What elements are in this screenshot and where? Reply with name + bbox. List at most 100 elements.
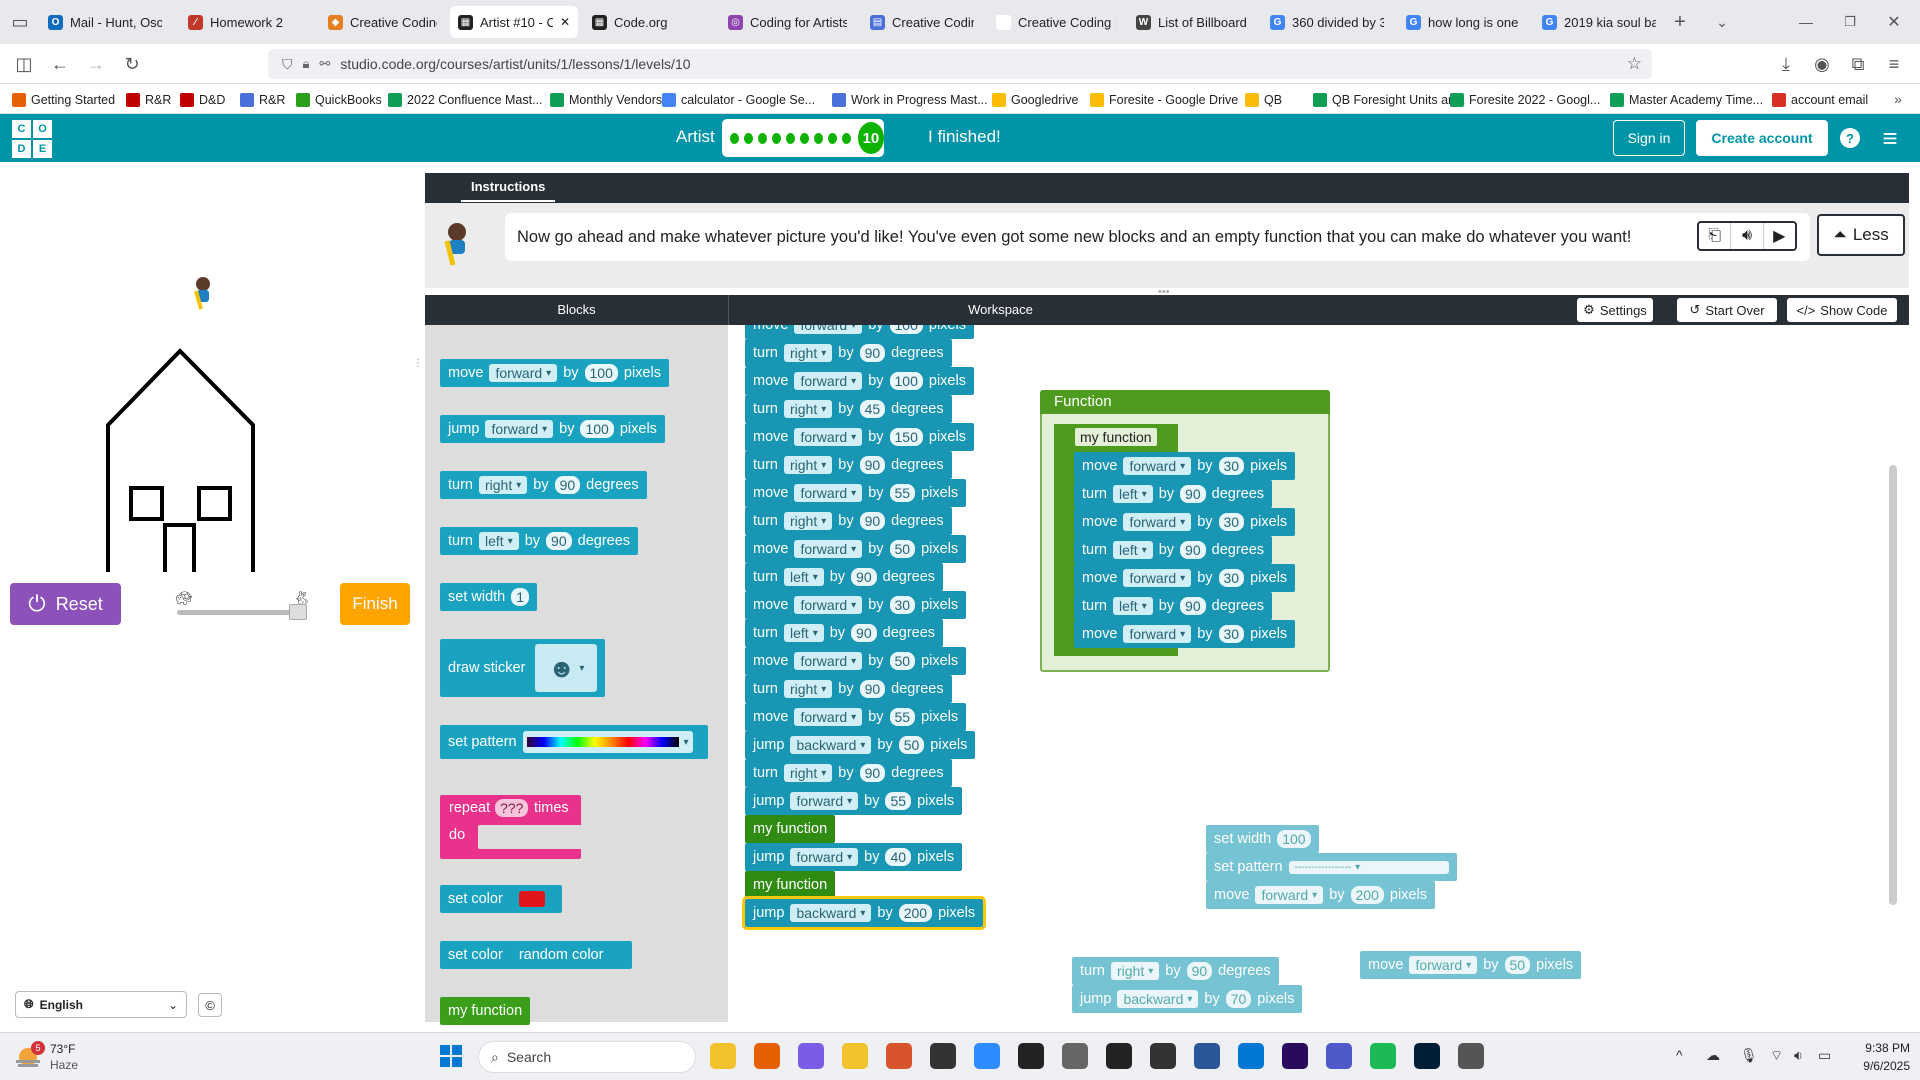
- cloud-icon[interactable]: ☁: [1706, 1047, 1720, 1064]
- block-dropdown[interactable]: forward: [1409, 956, 1478, 974]
- block-dropdown[interactable]: backward: [1117, 990, 1199, 1008]
- browser-tab[interactable]: G 2019 kia soul bas: [1534, 6, 1664, 38]
- code-block[interactable]: jump forward by 40 pixels: [745, 843, 963, 871]
- code-block[interactable]: turn rightby 90 degrees: [745, 759, 952, 787]
- block-dropdown[interactable]: forward: [794, 484, 863, 502]
- file-explorer-icon[interactable]: [710, 1043, 736, 1069]
- code-block[interactable]: turn rightby 90 degrees: [440, 471, 647, 499]
- block-number-input[interactable]: 90: [1180, 541, 1206, 559]
- more-bookmarks-icon[interactable]: »: [1888, 89, 1908, 109]
- account-icon[interactable]: ◉: [1812, 54, 1832, 74]
- obs-studio-icon[interactable]: [1018, 1043, 1044, 1069]
- finished-link[interactable]: I finished!: [928, 127, 1001, 147]
- code-block[interactable]: set color random color: [440, 941, 632, 969]
- bookmark-item[interactable]: D&D: [180, 90, 225, 110]
- code-block[interactable]: move forward by 55 pixels: [745, 479, 967, 507]
- block-number-input[interactable]: 50: [889, 540, 916, 558]
- bookmark-item[interactable]: QB Foresight Units an...: [1313, 90, 1465, 110]
- block-dropdown[interactable]: forward: [485, 420, 554, 438]
- microphone-icon[interactable]: 🎙︎: [1740, 1047, 1758, 1064]
- block-number-input[interactable]: 90: [1180, 597, 1206, 615]
- level-dot[interactable]: [827, 132, 837, 144]
- speed-slider[interactable]: 🐢︎ 🐇︎: [175, 590, 315, 620]
- block-number-input[interactable]: 200: [1350, 886, 1384, 904]
- block-dropdown[interactable]: forward: [790, 848, 859, 866]
- language-select[interactable]: 🌐︎ English ⌄: [15, 991, 187, 1018]
- reset-button[interactable]: ⏻ Reset: [10, 583, 121, 625]
- code-block[interactable]: turn leftby 90 degrees: [1074, 592, 1273, 620]
- store-icon[interactable]: [1238, 1043, 1264, 1069]
- sidebar-icon[interactable]: ◫: [14, 54, 34, 74]
- level-dot[interactable]: [771, 132, 781, 144]
- block-number-input[interactable]: 90: [851, 568, 877, 586]
- tray-chevron-icon[interactable]: ^: [1676, 1047, 1683, 1063]
- speaker-icon[interactable]: 🔊︎: [1731, 223, 1764, 249]
- level-dot[interactable]: [799, 132, 809, 144]
- code-block[interactable]: my function: [745, 815, 836, 843]
- block-dropdown[interactable]: left: [1113, 485, 1153, 503]
- block-dropdown[interactable]: forward: [790, 792, 859, 810]
- code-block[interactable]: set color: [440, 885, 562, 913]
- sticker-picker[interactable]: ☻ ▾: [535, 644, 597, 692]
- code-block[interactable]: move forward by 30 pixels: [1074, 564, 1296, 592]
- browser-tab[interactable]: W List of Billboard H: [1128, 6, 1256, 38]
- bookmark-star-icon[interactable]: ☆: [1627, 54, 1642, 74]
- code-block[interactable]: move forward by 30 pixels: [1074, 452, 1296, 480]
- code-block[interactable]: move forward by 30 pixels: [1074, 508, 1296, 536]
- headphones-icon[interactable]: [886, 1043, 912, 1069]
- block-dropdown[interactable]: forward: [794, 428, 863, 446]
- clock-date[interactable]: 9/6/2025: [1840, 1059, 1910, 1073]
- block-dropdown[interactable]: backward: [790, 904, 872, 922]
- block-dropdown[interactable]: left: [1113, 541, 1153, 559]
- codeorg-logo[interactable]: C O D E: [12, 120, 52, 158]
- hamburger-menu-icon[interactable]: ≡: [1876, 120, 1904, 156]
- copyright-icon[interactable]: ©: [198, 993, 222, 1017]
- block-dropdown[interactable]: forward: [794, 652, 863, 670]
- browser-tab[interactable]: ▦ Code.org: [584, 6, 710, 38]
- level-dot[interactable]: [785, 132, 795, 144]
- block-number-input[interactable]: 90: [859, 456, 886, 474]
- block-number-input[interactable]: 100: [580, 420, 614, 438]
- teams-icon[interactable]: [1326, 1043, 1352, 1069]
- block-number-input[interactable]: 30: [889, 596, 916, 614]
- volume-icon[interactable]: 🔉︎: [1794, 1047, 1803, 1064]
- browser-tab[interactable]: ◎ Coding for Artists: [720, 6, 855, 38]
- block-number-input[interactable]: 50: [889, 652, 916, 670]
- tab-list-icon[interactable]: ⌄: [1712, 12, 1732, 32]
- bookmark-item[interactable]: QuickBooks: [296, 90, 382, 110]
- code-block[interactable]: turn rightby 45 degrees: [745, 395, 952, 423]
- browser-tab[interactable]: G 360 divided by 3: [1262, 6, 1392, 38]
- code-block[interactable]: jump backward by 200 pixels: [741, 896, 987, 930]
- block-number-input[interactable]: 90: [546, 532, 572, 550]
- browser-tab[interactable]: O Mail - Hunt, Osca: [40, 6, 170, 38]
- code-block[interactable]: move forward by 30 pixels: [745, 591, 967, 619]
- block-number-input[interactable]: 1: [511, 588, 530, 606]
- code-block[interactable]: move forward by 55 pixels: [745, 703, 967, 731]
- block-number-input[interactable]: ???: [495, 799, 529, 817]
- code-block[interactable]: move forward by 100 pixels: [745, 325, 974, 339]
- spotify-icon[interactable]: [1370, 1043, 1396, 1069]
- zoom-icon[interactable]: [974, 1043, 1000, 1069]
- finish-button[interactable]: Finish: [340, 583, 410, 625]
- less-button[interactable]: ⏶ Less: [1817, 214, 1905, 256]
- block-number-input[interactable]: 90: [1180, 485, 1206, 503]
- block-dropdown[interactable]: right: [784, 512, 833, 530]
- bookmark-item[interactable]: Monthly Vendors: [550, 90, 662, 110]
- block-dropdown[interactable]: right: [784, 456, 833, 474]
- block-number-input[interactable]: 90: [851, 624, 877, 642]
- block-dropdown[interactable]: forward: [1123, 625, 1192, 643]
- block-number-input[interactable]: 30: [1218, 569, 1245, 587]
- bookmark-item[interactable]: Foresite 2022 - Googl...: [1450, 90, 1600, 110]
- unity-icon[interactable]: [1106, 1043, 1132, 1069]
- bookmark-item[interactable]: Googledrive: [992, 90, 1078, 110]
- block-dropdown[interactable]: right: [784, 680, 833, 698]
- media-icon[interactable]: [1062, 1043, 1088, 1069]
- browser-tab[interactable]: Ghow long is one s: [1398, 6, 1526, 38]
- create-account-button[interactable]: Create account: [1696, 120, 1828, 156]
- block-number-input[interactable]: 90: [859, 512, 886, 530]
- code-block[interactable]: move forward by 50 pixels: [1360, 951, 1582, 979]
- windows-start-icon[interactable]: [440, 1045, 462, 1067]
- block-dropdown[interactable]: right: [1111, 962, 1160, 980]
- block-dropdown[interactable]: forward: [1123, 513, 1192, 531]
- block-number-input[interactable]: 50: [898, 736, 925, 754]
